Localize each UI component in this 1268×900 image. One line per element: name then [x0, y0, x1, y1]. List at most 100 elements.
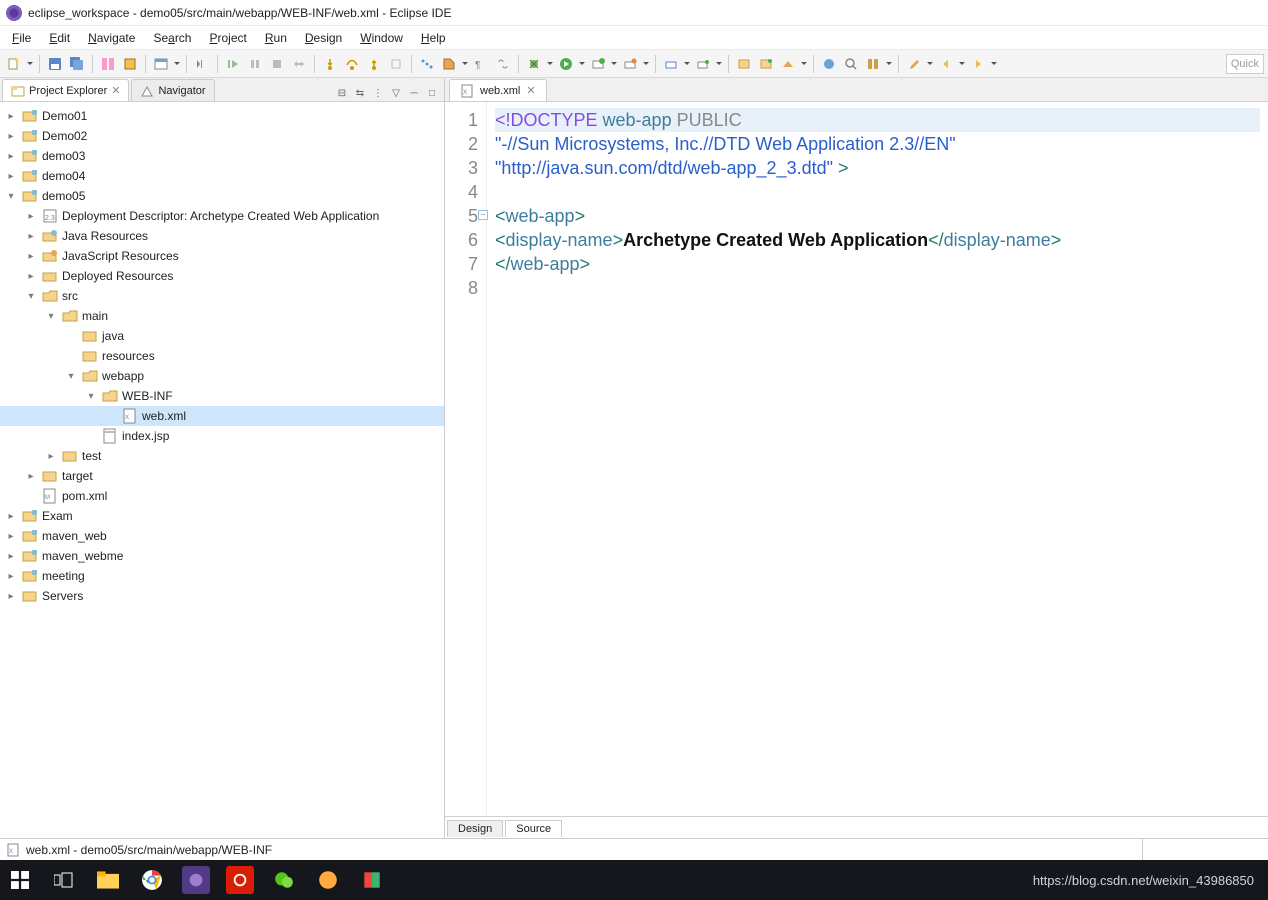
- tree-node-mavenweb[interactable]: maven_web: [0, 526, 444, 546]
- tree-node-exam[interactable]: Exam: [0, 506, 444, 526]
- run-last-dropdown[interactable]: [610, 59, 618, 68]
- tree-node-dd[interactable]: 2.3Deployment Descriptor: Archetype Crea…: [0, 206, 444, 226]
- link-editor-icon[interactable]: ⇆: [352, 85, 368, 101]
- menu-edit[interactable]: Edit: [41, 29, 78, 47]
- tab-design[interactable]: Design: [447, 820, 503, 837]
- search-button2[interactable]: [841, 54, 861, 74]
- tree-node-demo03[interactable]: demo03: [0, 146, 444, 166]
- run-dropdown[interactable]: [578, 59, 586, 68]
- start-server-dropdown[interactable]: [715, 59, 723, 68]
- menu-project[interactable]: Project: [201, 29, 254, 47]
- last-edit-dropdown[interactable]: [926, 59, 934, 68]
- netease-icon[interactable]: [226, 866, 254, 894]
- tree-node-test[interactable]: test: [0, 446, 444, 466]
- tab-navigator[interactable]: Navigator: [131, 79, 214, 101]
- tree-node-jsres[interactable]: JavaScript Resources: [0, 246, 444, 266]
- build-button[interactable]: [120, 54, 140, 74]
- tree-node-demo04[interactable]: demo04: [0, 166, 444, 186]
- toggle-breadcrumb-button[interactable]: [417, 54, 437, 74]
- drop-frame-button[interactable]: [386, 54, 406, 74]
- task-view-icon[interactable]: [50, 866, 78, 894]
- tab-close[interactable]: ✕: [111, 84, 120, 97]
- run-last-button[interactable]: [588, 54, 608, 74]
- suspend-button[interactable]: [245, 54, 265, 74]
- run-button[interactable]: [556, 54, 576, 74]
- step-over-button[interactable]: [342, 54, 362, 74]
- code-editor[interactable]: 1 2 3 4 5− 6 7 8 <!DOCTYPE web-app PUBLI…: [445, 102, 1268, 816]
- new-button[interactable]: [4, 54, 24, 74]
- disconnect-button[interactable]: [289, 54, 309, 74]
- tree-node-deployed[interactable]: Deployed Resources: [0, 266, 444, 286]
- save-all-button[interactable]: [67, 54, 87, 74]
- tag-dropdown[interactable]: [461, 59, 469, 68]
- view-menu-icon[interactable]: ▽: [388, 85, 404, 101]
- tab-source[interactable]: Source: [505, 820, 562, 837]
- minimize-icon[interactable]: ─: [406, 85, 422, 101]
- tree-node-javares[interactable]: Java Resources: [0, 226, 444, 246]
- skip-breakpoints-button[interactable]: [192, 54, 212, 74]
- step-into-button[interactable]: [320, 54, 340, 74]
- menu-navigate[interactable]: Navigate: [80, 29, 143, 47]
- perspective-dropdown[interactable]: [173, 59, 181, 68]
- chrome-icon[interactable]: [138, 866, 166, 894]
- tree-node-src[interactable]: src: [0, 286, 444, 306]
- tree-node-resources[interactable]: resources: [0, 346, 444, 366]
- new-dropdown[interactable]: [26, 59, 34, 68]
- project-tree[interactable]: Demo01 Demo02 demo03 demo04 demo05 2.3De…: [0, 102, 444, 838]
- terminate-button[interactable]: [267, 54, 287, 74]
- start-server-button[interactable]: [693, 54, 713, 74]
- tree-node-target[interactable]: target: [0, 466, 444, 486]
- tree-node-servers[interactable]: Servers: [0, 586, 444, 606]
- new-server-button[interactable]: [661, 54, 681, 74]
- wechat-icon[interactable]: [270, 866, 298, 894]
- forward-button[interactable]: [968, 54, 988, 74]
- quick-access[interactable]: Quick: [1226, 54, 1264, 74]
- menu-run[interactable]: Run: [257, 29, 295, 47]
- save-button[interactable]: [45, 54, 65, 74]
- new-server-dropdown[interactable]: [683, 59, 691, 68]
- tag-button[interactable]: [439, 54, 459, 74]
- app-icon-1[interactable]: [314, 866, 342, 894]
- open-type-button[interactable]: [778, 54, 798, 74]
- back-button[interactable]: [936, 54, 956, 74]
- tree-node-meeting[interactable]: meeting: [0, 566, 444, 586]
- show-whitespace-button[interactable]: ¶: [471, 54, 491, 74]
- menu-help[interactable]: Help: [413, 29, 454, 47]
- tree-node-webxml[interactable]: Xweb.xml: [0, 406, 444, 426]
- open-perspective-button[interactable]: [151, 54, 171, 74]
- menu-window[interactable]: Window: [352, 29, 411, 47]
- menu-design[interactable]: Design: [297, 29, 350, 47]
- tree-node-main[interactable]: main: [0, 306, 444, 326]
- tab-project-explorer[interactable]: Project Explorer ✕: [2, 79, 129, 101]
- app-icon-2[interactable]: [358, 866, 386, 894]
- debug-button[interactable]: [524, 54, 544, 74]
- tree-node-webinf[interactable]: WEB-INF: [0, 386, 444, 406]
- forward-dropdown[interactable]: [990, 59, 998, 68]
- server-button[interactable]: [620, 54, 640, 74]
- toggle-mark-button[interactable]: [98, 54, 118, 74]
- open-type-dropdown[interactable]: [800, 59, 808, 68]
- tree-node-indexjsp[interactable]: index.jsp: [0, 426, 444, 446]
- tree-node-pom[interactable]: Mpom.xml: [0, 486, 444, 506]
- back-dropdown[interactable]: [958, 59, 966, 68]
- file-explorer-icon[interactable]: [94, 866, 122, 894]
- tree-node-mavenwebme[interactable]: maven_webme: [0, 546, 444, 566]
- tree-node-webapp[interactable]: webapp: [0, 366, 444, 386]
- toggle-instr-dropdown[interactable]: [885, 59, 893, 68]
- open-task-button[interactable]: [819, 54, 839, 74]
- tree-node-demo02[interactable]: Demo02: [0, 126, 444, 146]
- tree-node-java[interactable]: java: [0, 326, 444, 346]
- server-dropdown[interactable]: [642, 59, 650, 68]
- menu-search[interactable]: Search: [145, 29, 199, 47]
- start-button[interactable]: [6, 866, 34, 894]
- new-java-class-button[interactable]: [756, 54, 776, 74]
- filters-icon[interactable]: ⋮: [370, 85, 386, 101]
- tree-node-demo01[interactable]: Demo01: [0, 106, 444, 126]
- resume-button[interactable]: [223, 54, 243, 74]
- debug-dropdown[interactable]: [546, 59, 554, 68]
- toggle-instr-button[interactable]: [863, 54, 883, 74]
- eclipse-taskbar-icon[interactable]: [182, 866, 210, 894]
- editor-tab-webxml[interactable]: X web.xml ✕: [449, 79, 547, 101]
- tree-node-demo05[interactable]: demo05: [0, 186, 444, 206]
- step-return-button[interactable]: [364, 54, 384, 74]
